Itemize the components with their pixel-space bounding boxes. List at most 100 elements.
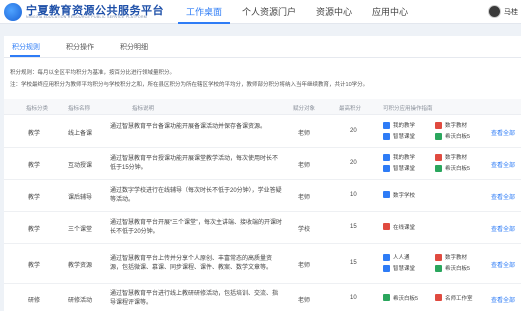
nav-workspace[interactable]: 工作桌面 bbox=[178, 0, 231, 24]
tool-link[interactable]: 希沃白板5 bbox=[435, 164, 470, 172]
cell-max-points: 15 bbox=[350, 224, 357, 230]
cell-max-points: 20 bbox=[350, 128, 357, 134]
tool-link[interactable]: 名师工作室 bbox=[435, 294, 473, 302]
cell-max-points: 15 bbox=[350, 260, 357, 266]
cell-target: 老师 bbox=[298, 131, 311, 137]
col-guide: 可积分应用操作指南 bbox=[383, 106, 433, 112]
cell-category: 教学 bbox=[28, 163, 41, 169]
tool-link[interactable]: 我的教学 bbox=[383, 153, 415, 161]
tool-label: 数字教材 bbox=[445, 255, 468, 261]
nav-personal-portal[interactable]: 个人资源门户 bbox=[234, 0, 304, 24]
cell-target: 老师 bbox=[298, 298, 311, 304]
app-icon bbox=[383, 223, 390, 230]
cell-target: 老师 bbox=[298, 163, 311, 169]
tool-label: 我的教学 bbox=[393, 123, 416, 129]
table-row: 研修 研修活动 通过智慧教育平台进行线上教研研修活动，包括培训、交流、指导课程评课等… bbox=[4, 284, 521, 311]
tool-link[interactable]: 数字教材 bbox=[435, 153, 467, 161]
top-header: 宁夏教育资源公共服务平台 NINGXIA EDUCATION RESOURCE … bbox=[0, 0, 521, 24]
app-icon bbox=[435, 121, 442, 129]
cell-desc: 通过数字学校进行在线辅导（每次时长不低于20分钟），学业答疑等活动。 bbox=[110, 188, 282, 203]
user-avatar[interactable] bbox=[488, 5, 501, 18]
table-row: 教学 互动授课 通过智慧教育平台授课功能开展课堂教学活动，每次使用时长不低于15分钟… bbox=[4, 148, 521, 180]
view-all-link[interactable]: 查看全部 bbox=[491, 224, 515, 233]
tab-points-rules[interactable]: 积分规则 bbox=[12, 42, 40, 52]
cell-name: 互动授课 bbox=[68, 163, 93, 169]
view-all-link[interactable]: 查看全部 bbox=[491, 160, 515, 169]
rule-note: 注：学校最终应用积分为教师平均积分与学校积分之和，所在县区积分为所在辖区学校的平… bbox=[10, 82, 369, 88]
app-icon bbox=[383, 191, 390, 198]
user-name[interactable]: 马桂 bbox=[504, 7, 518, 17]
table-row: 教学 线上备课 通过智慧教育平台备课功能开展备课活动并保存备课资源。老师 20 我的教学… bbox=[4, 116, 521, 148]
tool-link[interactable]: 智慧课堂 bbox=[383, 164, 415, 172]
tool-link[interactable]: 智慧课堂 bbox=[383, 132, 415, 140]
app-icon bbox=[383, 253, 390, 261]
cell-name: 研修活动 bbox=[68, 298, 93, 304]
tool-label: 智慧课堂 bbox=[393, 166, 416, 172]
view-all-link[interactable]: 查看全部 bbox=[491, 192, 515, 201]
tool-link[interactable]: 希沃白板5 bbox=[435, 264, 470, 272]
main-nav: 工作桌面 个人资源门户 资源中心 应用中心 bbox=[178, 0, 416, 24]
tool-label: 希沃白板5 bbox=[445, 134, 471, 140]
cell-name: 教学资源 bbox=[68, 263, 93, 269]
tool-link[interactable]: 希沃白板5 bbox=[435, 132, 470, 140]
table-row: 教学 课后辅导 通过数字学校进行在线辅导（每次时长不低于20分钟），学业答疑等活动。… bbox=[4, 180, 521, 212]
tool-link[interactable]: 数字教材 bbox=[435, 253, 467, 261]
tool-label: 希沃白板5 bbox=[393, 295, 419, 302]
cell-name: 三个课堂 bbox=[68, 227, 93, 233]
app-icon bbox=[383, 264, 390, 272]
cell-category: 教学 bbox=[28, 131, 41, 137]
nav-resource-center[interactable]: 资源中心 bbox=[308, 0, 360, 24]
cell-desc: 通过智慧教育平台开展“三个课堂”，每次主讲端、接收端的开课时长不低于20分钟。 bbox=[110, 220, 282, 235]
cell-target: 老师 bbox=[298, 263, 311, 269]
view-all-link[interactable]: 查看全部 bbox=[491, 260, 515, 269]
cell-category: 研修 bbox=[28, 298, 41, 304]
tool-link[interactable]: 数字学校 bbox=[383, 191, 415, 199]
cell-category: 教学 bbox=[28, 227, 41, 233]
tool-link[interactable]: 我的教学 bbox=[383, 121, 415, 129]
view-all-link[interactable]: 查看全部 bbox=[491, 295, 515, 304]
tool-list: 数字学校 bbox=[383, 180, 483, 212]
points-tabs: 积分规则 积分操作 积分明细 bbox=[4, 36, 521, 58]
table-row: 教学 教学资源 通过智慧教育平台上传并分享个人原创、丰富常态的高质量资源，包括微课、… bbox=[4, 244, 521, 284]
tool-label: 数字学校 bbox=[393, 192, 416, 199]
app-icon bbox=[435, 153, 442, 161]
app-icon bbox=[435, 294, 442, 301]
tool-label: 数字教材 bbox=[445, 123, 468, 129]
tool-list: 在线课堂 bbox=[383, 212, 483, 244]
col-name: 指标名称 bbox=[68, 106, 91, 112]
tool-list: 我的教学 数字教材智慧课堂 希沃白板5 bbox=[383, 148, 483, 180]
cell-max-points: 20 bbox=[350, 160, 357, 166]
tool-link[interactable]: 希沃白板5 bbox=[383, 294, 418, 302]
cell-category: 教学 bbox=[28, 263, 41, 269]
cell-name: 线上备课 bbox=[68, 131, 93, 137]
cell-max-points: 10 bbox=[350, 192, 357, 198]
tool-label: 名师工作室 bbox=[445, 295, 473, 302]
cell-desc: 通过智慧教育平台备课功能开展备课活动并保存备课资源。 bbox=[110, 124, 267, 130]
cell-desc: 通过智慧教育平台上传并分享个人原创、丰富常态的高质量资源，包括微课、慕课、同步课… bbox=[110, 256, 273, 271]
tab-points-detail[interactable]: 积分明细 bbox=[120, 42, 148, 52]
app-icon bbox=[435, 264, 442, 272]
cell-name: 课后辅导 bbox=[68, 195, 93, 201]
col-category: 指标分类 bbox=[26, 106, 49, 112]
tool-link[interactable]: 在线课堂 bbox=[383, 223, 415, 231]
tool-list: 人人通 数字教材智慧课堂 希沃白板5 bbox=[383, 244, 483, 284]
tool-link[interactable]: 人人通 bbox=[383, 253, 410, 261]
col-max: 最高积分 bbox=[339, 106, 362, 112]
cell-target: 老师 bbox=[298, 195, 311, 201]
app-icon bbox=[383, 132, 390, 140]
table-row: 教学 三个课堂 通过智慧教育平台开展“三个课堂”，每次主讲端、接收端的开课时长不低于… bbox=[4, 212, 521, 244]
cell-max-points: 10 bbox=[350, 295, 357, 301]
tool-label: 我的教学 bbox=[393, 155, 416, 161]
tab-points-operation[interactable]: 积分操作 bbox=[66, 42, 94, 52]
table-header: 指标分类 指标名称 指标说明 赋分对象 最高积分 可积分应用操作指南 bbox=[4, 99, 521, 115]
platform-logo-icon bbox=[4, 3, 22, 21]
app-icon bbox=[435, 164, 442, 172]
nav-app-center[interactable]: 应用中心 bbox=[364, 0, 416, 24]
tool-link[interactable]: 数字教材 bbox=[435, 121, 467, 129]
tool-link[interactable]: 智慧课堂 bbox=[383, 264, 415, 272]
tool-label: 在线课堂 bbox=[393, 224, 416, 231]
app-icon bbox=[383, 153, 390, 161]
app-icon bbox=[435, 132, 442, 140]
view-all-link[interactable]: 查看全部 bbox=[491, 128, 515, 137]
tool-label: 智慧课堂 bbox=[393, 134, 416, 140]
